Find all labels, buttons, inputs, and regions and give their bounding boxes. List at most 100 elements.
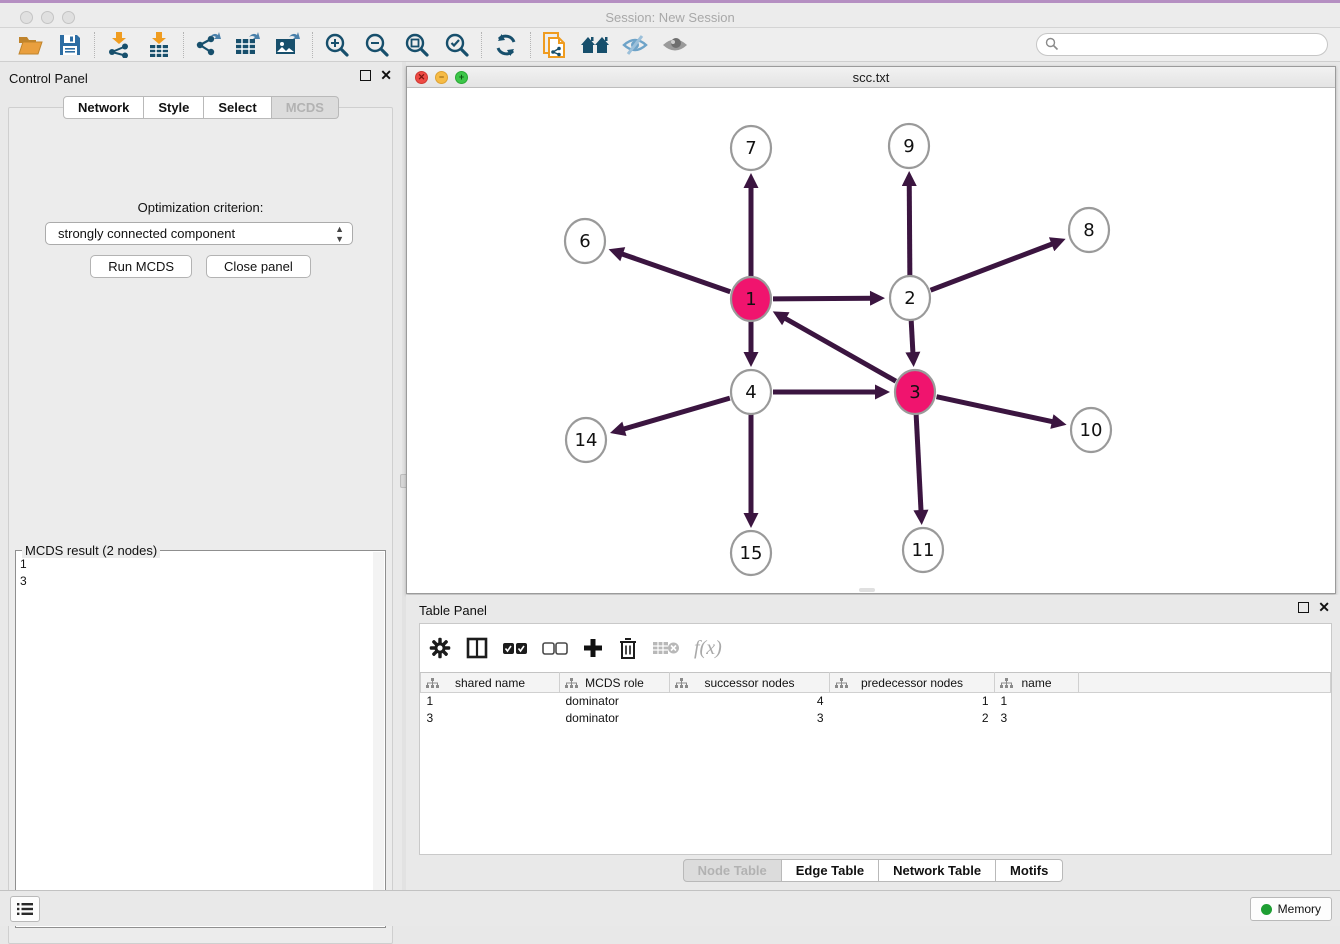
refresh-layout-icon[interactable] [486, 30, 526, 60]
zoom-selected-icon[interactable] [437, 30, 477, 60]
graph-edge-3-1[interactable] [783, 317, 896, 381]
search-container [1036, 33, 1328, 56]
control-panel-float-button[interactable] [360, 70, 371, 81]
tab-network-table[interactable]: Network Table [879, 859, 996, 882]
column-header-shared-name[interactable]: shared name [421, 673, 560, 693]
first-neighbors-icon[interactable] [575, 30, 615, 60]
toolbar-separator [481, 32, 482, 58]
export-image-icon[interactable] [268, 30, 308, 60]
zoom-out-icon[interactable] [357, 30, 397, 60]
graph-node-11[interactable]: 11 [903, 528, 943, 572]
open-session-icon[interactable] [10, 30, 50, 60]
network-window: ✕ − + scc.txt 7 9 6 8 1 2 4 3 14 10 15 11 [406, 66, 1336, 594]
graph-node-9[interactable]: 9 [889, 124, 929, 168]
zoom-in-icon[interactable] [317, 30, 357, 60]
mcds-result-text[interactable]: 1 3 [20, 556, 27, 590]
column-header-name[interactable]: name [995, 673, 1079, 693]
graph-edge-1-6[interactable] [620, 253, 730, 292]
tab-node-table[interactable]: Node Table [683, 859, 782, 882]
table-cell[interactable]: 3 [421, 710, 560, 727]
task-history-button[interactable] [10, 896, 40, 922]
graph-edge-3-11[interactable] [916, 414, 921, 513]
column-header-successor-nodes[interactable]: successor nodes [670, 673, 830, 693]
graph-edge-2-9[interactable] [909, 183, 910, 276]
network-canvas[interactable]: 7 9 6 8 1 2 4 3 14 10 15 11 [407, 88, 1335, 593]
graph-edge-3-10[interactable] [937, 397, 1055, 423]
column-header-MCDS-role[interactable]: MCDS role [560, 673, 670, 693]
export-network-icon[interactable] [188, 30, 228, 60]
search-input[interactable] [1036, 33, 1328, 56]
graph-edge-2-3[interactable] [911, 320, 913, 355]
toolbar-separator [530, 32, 531, 58]
optimization-criterion-select[interactable]: strongly connected component ▲▼ [45, 222, 353, 245]
table-panel: Table Panel ✕ [406, 595, 1340, 890]
table-cell[interactable]: dominator [560, 710, 670, 727]
graph-edge-2-8[interactable] [931, 243, 1055, 290]
network-window-titlebar[interactable]: ✕ − + scc.txt [407, 67, 1335, 88]
canvas-resize-grip[interactable] [859, 588, 875, 592]
new-network-from-selection-icon[interactable] [535, 30, 575, 60]
network-graph[interactable]: 7 9 6 8 1 2 4 3 14 10 15 11 [407, 88, 1335, 593]
graph-edge-4-14[interactable] [622, 398, 730, 430]
table-row[interactable]: 3dominator323 [421, 710, 1331, 727]
table-cell[interactable]: 1 [421, 693, 560, 710]
export-table-icon[interactable] [228, 30, 268, 60]
tab-select[interactable]: Select [204, 96, 271, 119]
graph-node-7[interactable]: 7 [731, 126, 771, 170]
column-header-predecessor-nodes[interactable]: predecessor nodes [830, 673, 995, 693]
graph-node-3[interactable]: 3 [895, 370, 935, 414]
table-cell[interactable]: 1 [830, 693, 995, 710]
control-panel-header: Control Panel ✕ [0, 68, 402, 90]
import-table-icon[interactable] [139, 30, 179, 60]
tab-network[interactable]: Network [63, 96, 144, 119]
node-label: 14 [575, 430, 598, 451]
table-settings-gear-icon[interactable] [428, 633, 452, 663]
import-network-icon[interactable] [99, 30, 139, 60]
close-panel-button[interactable]: Close panel [206, 255, 311, 278]
table-panel-float-button[interactable] [1298, 602, 1309, 613]
table-cell[interactable]: dominator [560, 693, 670, 710]
control-panel-title: Control Panel [9, 71, 88, 86]
select-all-rows-icon[interactable] [502, 633, 528, 663]
function-builder-icon: f(x) [694, 633, 722, 663]
graph-node-6[interactable]: 6 [565, 219, 605, 263]
table-toolbar: f(x) [428, 630, 722, 666]
graph-node-8[interactable]: 8 [1069, 208, 1109, 252]
run-mcds-button[interactable]: Run MCDS [90, 255, 192, 278]
graph-node-10[interactable]: 10 [1071, 408, 1111, 452]
mcds-result-box: MCDS result (2 nodes) 1 3 [15, 550, 386, 928]
graph-node-4[interactable]: 4 [731, 370, 771, 414]
graph-node-15[interactable]: 15 [731, 531, 771, 575]
table-panel-close-icon[interactable]: ✕ [1318, 602, 1330, 613]
toolbar-separator [94, 32, 95, 58]
graph-node-14[interactable]: 14 [566, 418, 606, 462]
tab-edge-table[interactable]: Edge Table [782, 859, 879, 882]
graph-edge-1-2[interactable] [773, 298, 873, 299]
save-session-icon[interactable] [50, 30, 90, 60]
table-row[interactable]: 1dominator411 [421, 693, 1331, 710]
create-column-plus-icon[interactable] [582, 633, 604, 663]
tab-style[interactable]: Style [144, 96, 204, 119]
hide-selected-icon[interactable] [615, 30, 655, 60]
node-label: 4 [745, 382, 756, 403]
table-cell[interactable]: 1 [995, 693, 1079, 710]
tab-motifs[interactable]: Motifs [996, 859, 1063, 882]
table-cell[interactable]: 4 [670, 693, 830, 710]
graph-node-2[interactable]: 2 [890, 276, 930, 320]
graph-node-1[interactable]: 1 [731, 277, 771, 321]
delete-column-trash-icon[interactable] [618, 633, 638, 663]
tab-mcds[interactable]: MCDS [272, 96, 339, 119]
show-columns-icon[interactable] [466, 633, 488, 663]
table-cell[interactable]: 3 [670, 710, 830, 727]
node-label: 9 [903, 136, 914, 157]
memory-button[interactable]: Memory [1250, 897, 1332, 921]
zoom-fit-icon[interactable] [397, 30, 437, 60]
mcds-result-scrollbar[interactable] [373, 552, 384, 909]
list-icon [17, 902, 33, 916]
table-cell[interactable]: 3 [995, 710, 1079, 727]
titlebar: Session: New Session [0, 0, 1340, 28]
deselect-all-rows-icon[interactable] [542, 633, 568, 663]
show-all-icon[interactable] [655, 30, 695, 60]
table-cell[interactable]: 2 [830, 710, 995, 727]
control-panel-close-icon[interactable]: ✕ [380, 70, 392, 81]
